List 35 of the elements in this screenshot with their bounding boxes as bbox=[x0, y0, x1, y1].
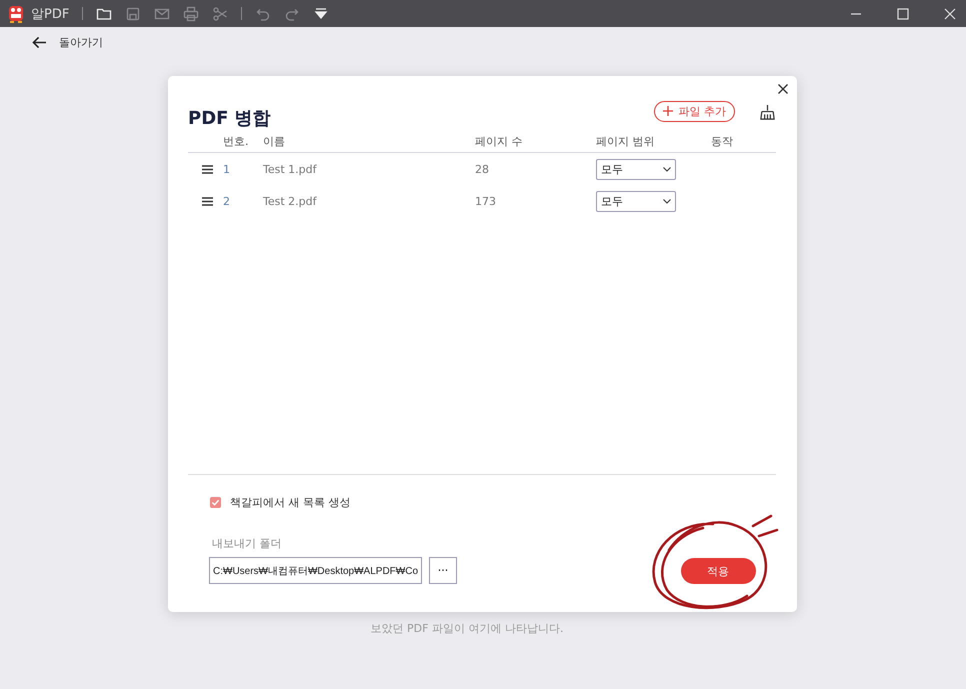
drag-handle-icon[interactable] bbox=[202, 196, 213, 206]
broom-icon[interactable] bbox=[759, 104, 776, 120]
field-label: 내보내기 폴더 bbox=[211, 536, 282, 551]
chevron-down-icon bbox=[663, 166, 671, 172]
apply-button[interactable]: 적용 bbox=[680, 558, 756, 584]
menu-icon[interactable] bbox=[313, 6, 330, 22]
app-title: 알PDF bbox=[31, 6, 70, 22]
row-number: 2 bbox=[223, 194, 231, 208]
dialog-title: PDF 병합 bbox=[188, 107, 271, 130]
page-count: 173 bbox=[475, 194, 497, 208]
file-name: Test 1.pdf bbox=[263, 162, 318, 176]
drag-handle-icon[interactable] bbox=[202, 164, 213, 174]
checkbox[interactable] bbox=[210, 497, 221, 508]
page-range-dropdown[interactable]: 모두 bbox=[596, 190, 676, 212]
chevron-down-icon bbox=[663, 198, 671, 204]
folder-path-field[interactable]: C:₩Users₩내컴퓨터₩Desktop₩ALPDF₩Co bbox=[209, 557, 422, 584]
column-header: 번호. bbox=[223, 134, 250, 148]
back-arrow-icon[interactable] bbox=[32, 36, 47, 49]
column-header: 페이지 수 bbox=[475, 134, 524, 148]
column-header: 페이지 범위 bbox=[596, 134, 656, 148]
checkbox-label: 책갈피에서 새 목록 생성 bbox=[230, 495, 350, 510]
column-header: 이름 bbox=[263, 134, 286, 148]
page-range-dropdown[interactable]: 모두 bbox=[596, 158, 676, 180]
page-count: 28 bbox=[475, 162, 490, 176]
browse-button[interactable]: ··· bbox=[429, 557, 458, 584]
empty-hint-text: 보았던 PDF 파일이 여기에 나타납니다. bbox=[370, 621, 564, 636]
column-header: 동작 bbox=[711, 134, 734, 148]
file-name: Test 2.pdf bbox=[263, 194, 318, 208]
maximize-icon[interactable] bbox=[897, 8, 909, 20]
back-link[interactable]: 돌아가기 bbox=[59, 35, 103, 50]
close-icon[interactable] bbox=[778, 84, 788, 94]
plus-icon bbox=[662, 106, 672, 116]
add-file-button[interactable]: 파일 추가 bbox=[654, 100, 735, 122]
row-number: 1 bbox=[223, 162, 231, 176]
app-logo-icon bbox=[6, 4, 26, 24]
